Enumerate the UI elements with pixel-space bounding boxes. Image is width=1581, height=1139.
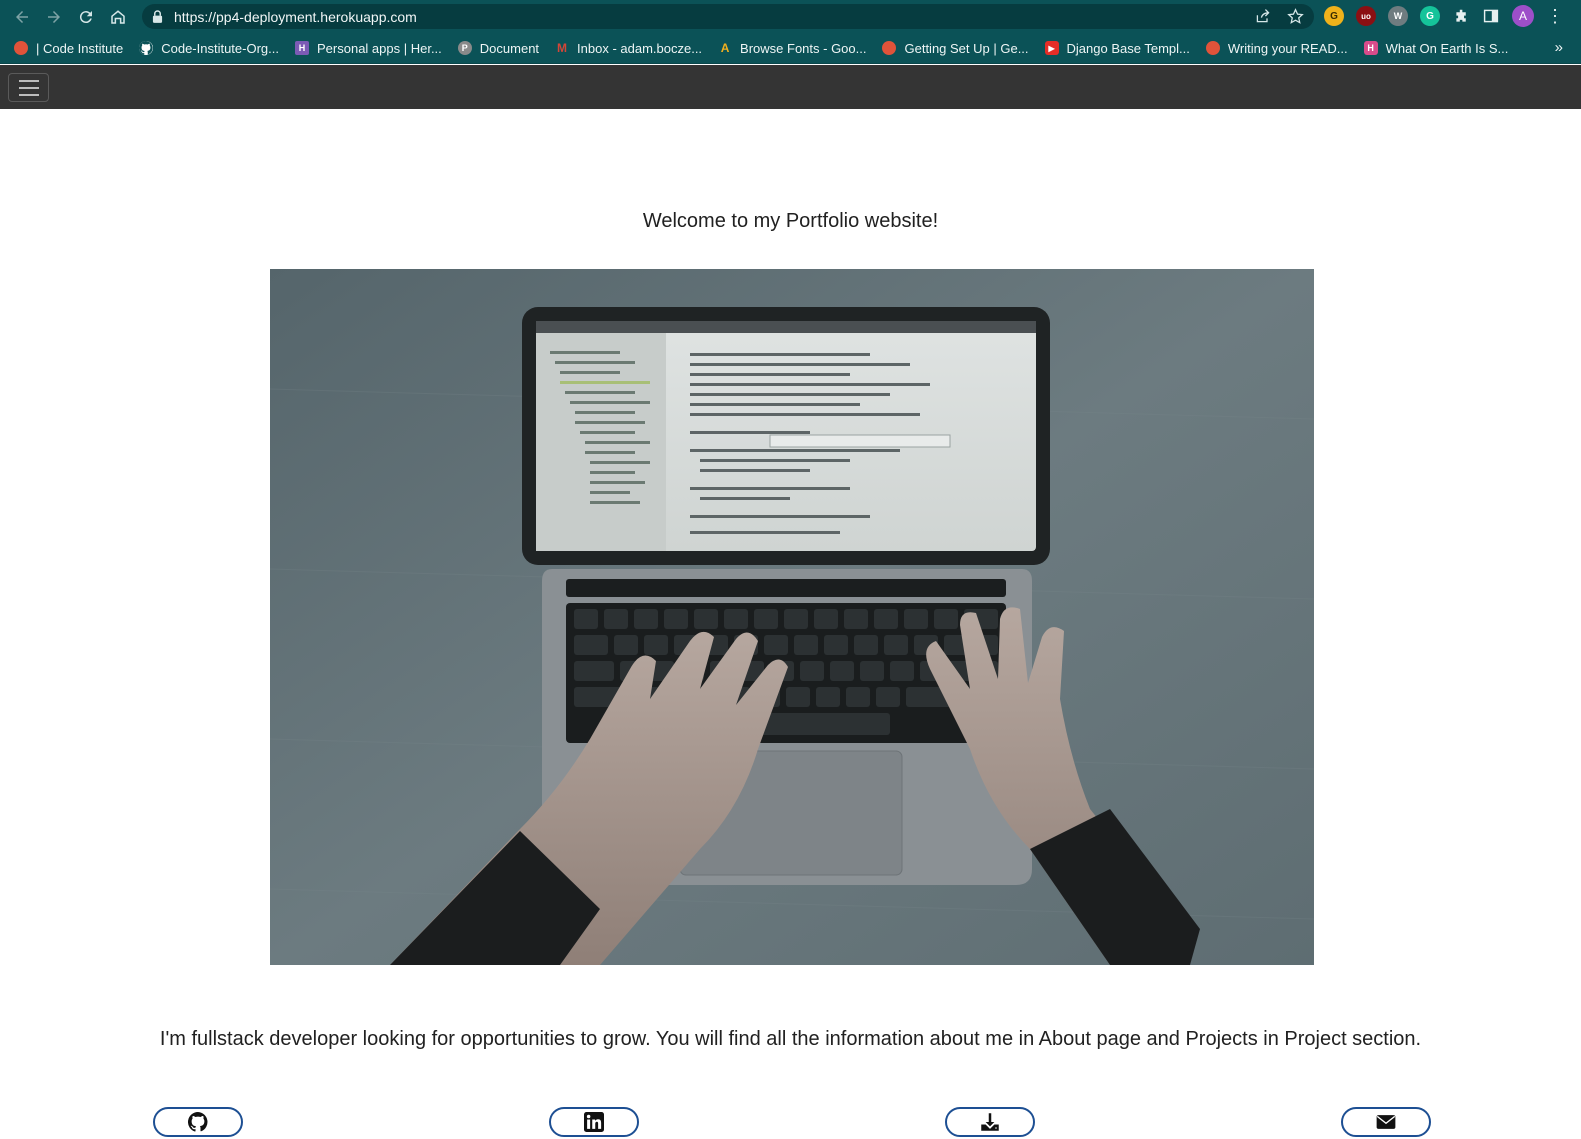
arrow-left-icon	[16, 10, 28, 23]
bookmark-label: | Code Institute	[36, 40, 124, 56]
intro-text: I'm fullstack developer looking for oppo…	[159, 1028, 1422, 1050]
google-fonts-icon: A	[720, 41, 730, 55]
heroku-icon: H	[295, 41, 309, 55]
bookmark-label: Document	[479, 40, 540, 56]
bookmark-django-base[interactable]: ▶ Django Base Templ...	[1044, 40, 1190, 56]
reload-button[interactable]	[70, 0, 102, 33]
home-icon	[111, 9, 125, 24]
email-button[interactable]	[1341, 1107, 1431, 1137]
download-cv-button[interactable]	[945, 1107, 1035, 1137]
bookmark-inbox[interactable]: M Inbox - adam.bocze...	[555, 41, 702, 56]
forward-button[interactable]	[38, 0, 70, 33]
youtube-icon: ▶	[1044, 41, 1059, 55]
linkedin-icon	[584, 1112, 604, 1132]
profile-avatar[interactable]: A	[1512, 5, 1534, 27]
bookmark-star-icon[interactable]	[1286, 7, 1304, 25]
download-icon	[981, 1113, 999, 1131]
bookmark-document[interactable]: P Document	[457, 40, 540, 56]
ublock-icon[interactable]: uo	[1356, 6, 1376, 26]
bookmark-label: Writing your READ...	[1227, 40, 1348, 56]
bookmark-label: Personal apps | Her...	[317, 40, 442, 56]
navbar-toggle-button[interactable]	[8, 73, 49, 102]
extension-w-icon[interactable]: W	[1388, 6, 1408, 26]
arrow-right-icon	[48, 10, 60, 23]
address-bar[interactable]: https://pp4-deployment.herokuapp.com	[142, 4, 1314, 29]
bookmark-label: Browse Fonts - Goo...	[740, 40, 867, 56]
hamburger-line	[18, 93, 39, 96]
hero-image	[270, 269, 1314, 965]
extensions-bar: G uo W G A ⋮	[1324, 5, 1564, 27]
bookmark-label: What On Earth Is S...	[1385, 40, 1509, 56]
back-button[interactable]	[6, 0, 38, 33]
bookmark-writing-readme[interactable]: Writing your READ...	[1205, 40, 1348, 56]
bookmark-browse-fonts[interactable]: A Browse Fonts - Goo...	[718, 40, 867, 56]
site-navbar	[0, 65, 1581, 109]
url-text: https://pp4-deployment.herokuapp.com	[174, 8, 417, 25]
github-button[interactable]	[153, 1107, 243, 1137]
envelope-icon	[1376, 1115, 1396, 1129]
bookmark-code-institute[interactable]: | Code Institute	[14, 41, 123, 56]
bookmarks-bar: | Code Institute Code-Institute-Org... H…	[0, 33, 1581, 64]
grammarly-icon[interactable]: G	[1420, 6, 1440, 26]
linkedin-button[interactable]	[549, 1107, 639, 1137]
home-button[interactable]	[102, 0, 134, 33]
browser-toolbar: https://pp4-deployment.herokuapp.com G u…	[0, 0, 1581, 33]
bookmark-label: Inbox - adam.bocze...	[577, 40, 703, 56]
bookmark-code-institute-org[interactable]: Code-Institute-Org...	[139, 41, 279, 56]
bookmark-label: Getting Set Up | Ge...	[904, 40, 1029, 56]
bookmark-what-on-earth[interactable]: H What On Earth Is S...	[1363, 40, 1509, 56]
reload-icon	[79, 10, 92, 23]
more-bookmarks-icon[interactable]: »	[1555, 39, 1563, 56]
browser-menu-icon[interactable]: ⋮	[1546, 6, 1564, 27]
hamburger-line	[18, 86, 39, 89]
code-institute-icon	[882, 41, 897, 55]
puzzle-icon[interactable]	[1452, 7, 1470, 25]
hashnode-icon: H	[1363, 41, 1378, 55]
bookmark-label: Django Base Templ...	[1066, 40, 1190, 56]
lock-icon	[152, 10, 164, 24]
code-institute-icon	[14, 41, 28, 55]
side-panel-icon[interactable]	[1482, 7, 1500, 25]
laptop-typing-photo	[270, 269, 1314, 965]
github-icon	[139, 41, 154, 55]
hamburger-line	[18, 79, 39, 82]
bookmark-personal-apps[interactable]: H Personal apps | Her...	[295, 41, 442, 56]
gmail-icon: M	[557, 41, 568, 55]
code-institute-icon	[1205, 41, 1220, 55]
bookmark-getting-set-up[interactable]: Getting Set Up | Ge...	[882, 40, 1029, 56]
share-icon[interactable]	[1254, 7, 1272, 25]
document-icon: P	[457, 41, 472, 55]
extension-g-icon[interactable]: G	[1324, 6, 1344, 26]
github-icon	[188, 1112, 208, 1132]
bookmark-label: Code-Institute-Org...	[161, 40, 279, 56]
welcome-heading: Welcome to my Portfolio website!	[642, 210, 939, 232]
